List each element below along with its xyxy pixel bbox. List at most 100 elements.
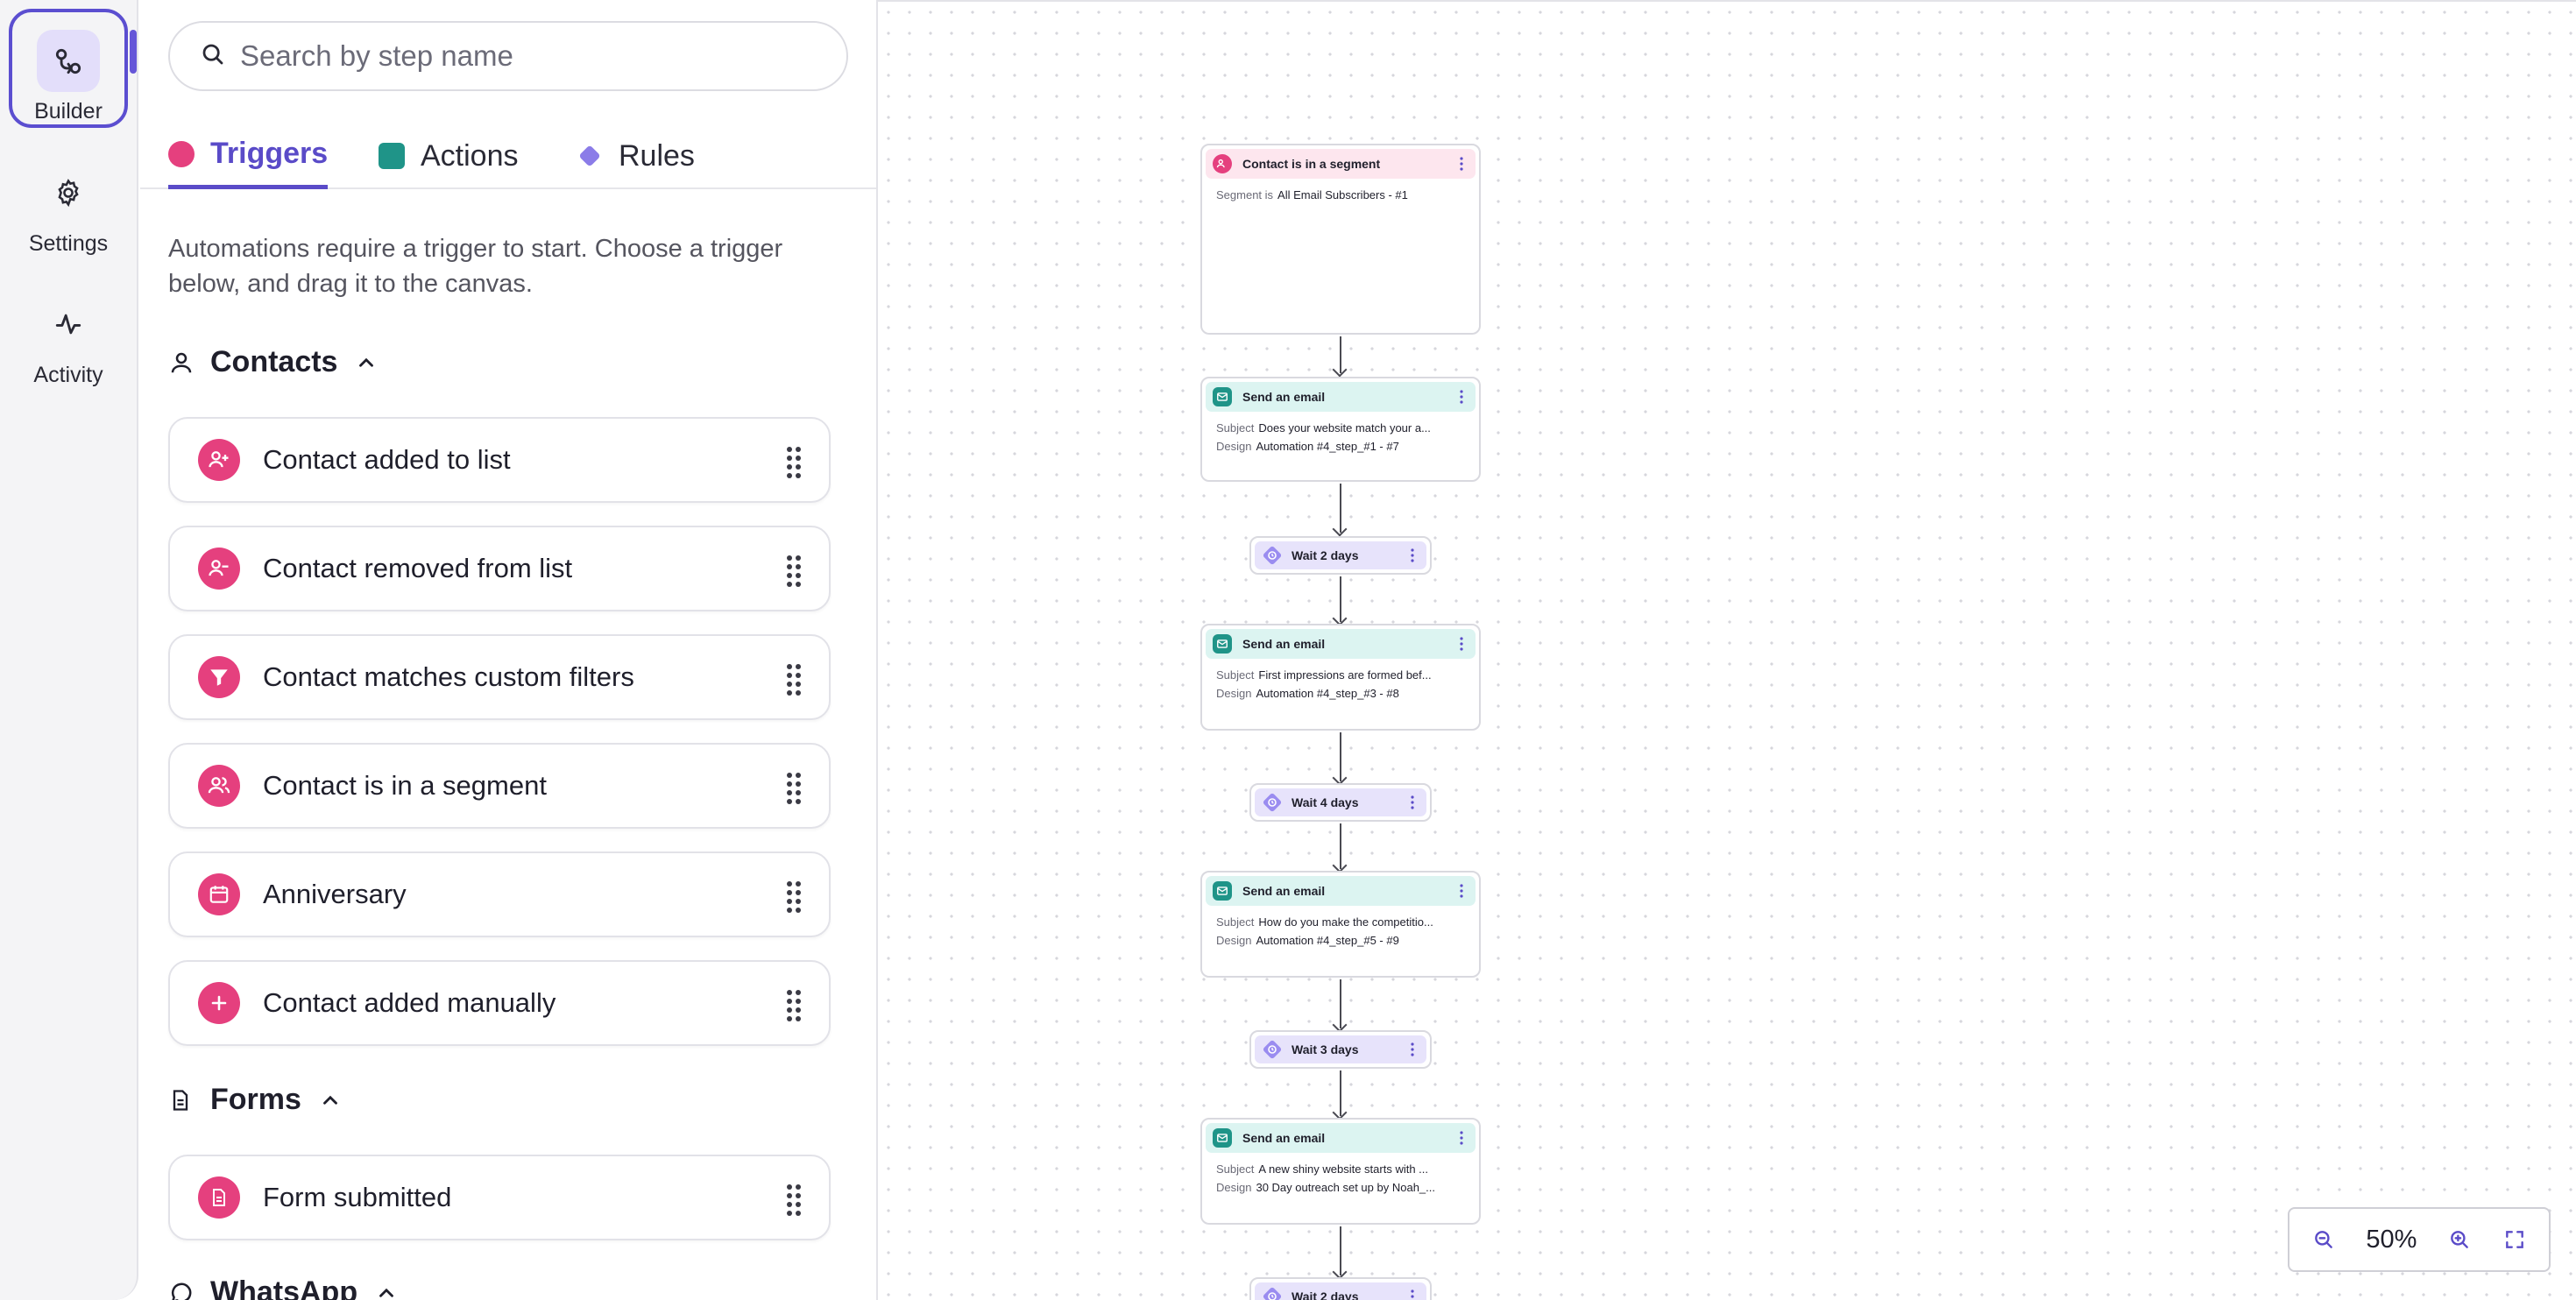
trigger-card-label: Form submitted xyxy=(263,1182,452,1212)
drag-handle-icon[interactable] xyxy=(785,554,803,589)
rail-item-builder[interactable]: Builder xyxy=(9,9,128,128)
search-box[interactable] xyxy=(168,21,848,91)
node-field-value: First impressions are formed bef... xyxy=(1258,668,1432,682)
left-rail: Builder Settings Activity xyxy=(0,0,138,1300)
node-header: Wait 2 days xyxy=(1255,1282,1426,1300)
mail-icon xyxy=(1213,387,1232,406)
node-body: Subject How do you make the competitio...… xyxy=(1202,909,1479,950)
fit-screen-icon[interactable] xyxy=(2502,1226,2528,1253)
calendar-icon xyxy=(198,873,240,915)
node-field-value: Automation #4_step_#5 - #9 xyxy=(1256,934,1399,947)
drag-handle-icon[interactable] xyxy=(785,771,803,806)
node-header: Send an email xyxy=(1206,876,1476,906)
connector-arrow xyxy=(1340,1070,1341,1116)
drag-handle-icon[interactable] xyxy=(785,445,803,480)
section-contacts-header[interactable]: Contacts xyxy=(168,345,378,379)
trigger-card-label: Anniversary xyxy=(263,879,407,909)
mail-icon xyxy=(1213,1128,1232,1148)
action-square-icon xyxy=(379,143,405,169)
more-options-icon[interactable] xyxy=(1460,637,1463,651)
filter-icon xyxy=(198,656,240,698)
trigger-card-anniversary[interactable]: Anniversary xyxy=(168,851,831,937)
connector-arrow xyxy=(1340,823,1341,869)
workflow-node-wait[interactable]: Wait 4 days xyxy=(1249,783,1432,822)
timer-icon xyxy=(1263,1287,1282,1300)
more-options-icon[interactable] xyxy=(1460,884,1463,898)
workflow-node-send-email[interactable]: Send an email Subject How do you make the… xyxy=(1200,871,1481,978)
more-options-icon[interactable] xyxy=(1411,795,1414,809)
connector-arrow xyxy=(1340,979,1341,1028)
section-title: WhatsApp xyxy=(210,1275,358,1300)
drag-handle-icon[interactable] xyxy=(785,1183,803,1218)
wait-label: Wait 2 days xyxy=(1292,548,1359,562)
tab-rules[interactable]: Rules xyxy=(577,123,695,189)
trigger-card-contact-added-to-list[interactable]: Contact added to list xyxy=(168,417,831,503)
zoom-level: 50% xyxy=(2366,1225,2417,1254)
node-field-key: Subject xyxy=(1216,421,1255,435)
zoom-controls: 50% xyxy=(2288,1207,2551,1272)
people-icon xyxy=(1213,154,1232,173)
search-input[interactable] xyxy=(240,39,818,73)
trigger-card-label: Contact is in a segment xyxy=(263,770,547,801)
more-options-icon[interactable] xyxy=(1411,548,1414,562)
node-title: Send an email xyxy=(1242,390,1326,404)
node-field-key: Design xyxy=(1216,687,1252,700)
rail-item-label: Builder xyxy=(34,99,103,124)
trigger-card-contact-matches-custom-filters[interactable]: Contact matches custom filters xyxy=(168,634,831,720)
more-options-icon[interactable] xyxy=(1460,1131,1463,1145)
trigger-card-contact-removed-from-list[interactable]: Contact removed from list xyxy=(168,526,831,611)
trigger-card-form-submitted[interactable]: Form submitted xyxy=(168,1155,831,1240)
more-options-icon[interactable] xyxy=(1411,1042,1414,1056)
section-forms-header[interactable]: Forms xyxy=(168,1083,342,1117)
more-options-icon[interactable] xyxy=(1460,390,1463,404)
workflow-node-wait[interactable]: Wait 2 days xyxy=(1249,1277,1432,1300)
workflow-node-send-email[interactable]: Send an email Subject A new shiny website… xyxy=(1200,1118,1481,1225)
trigger-card-label: Contact matches custom filters xyxy=(263,661,634,692)
timer-icon xyxy=(1263,1040,1282,1059)
node-header: Send an email xyxy=(1206,382,1476,412)
tab-actions[interactable]: Actions xyxy=(379,123,519,189)
section-title: Forms xyxy=(210,1083,301,1116)
more-options-icon[interactable] xyxy=(1460,157,1463,171)
zoom-out-icon[interactable] xyxy=(2311,1226,2337,1253)
node-field-value: How do you make the competitio... xyxy=(1258,915,1433,929)
document-icon xyxy=(168,1085,198,1115)
drag-handle-icon[interactable] xyxy=(785,662,803,697)
workflow-node-trigger[interactable]: Contact is in a segment Segment is All Em… xyxy=(1200,144,1481,335)
workflow-node-wait[interactable]: Wait 3 days xyxy=(1249,1030,1432,1069)
whatsapp-icon xyxy=(168,1278,198,1300)
drag-handle-icon[interactable] xyxy=(785,880,803,915)
people-icon xyxy=(198,765,240,807)
wait-label: Wait 2 days xyxy=(1292,1289,1359,1300)
tab-triggers[interactable]: Triggers xyxy=(168,123,329,189)
node-title: Contact is in a segment xyxy=(1242,157,1381,171)
automation-canvas[interactable]: Contact is in a segment Segment is All Em… xyxy=(878,0,2576,1300)
chevron-up-icon[interactable] xyxy=(375,1282,398,1300)
person-icon xyxy=(168,348,198,378)
chevron-up-icon[interactable] xyxy=(319,1089,342,1112)
rail-item-activity[interactable]: Activity xyxy=(9,275,128,394)
node-field-key: Subject xyxy=(1216,1162,1255,1176)
workflow-node-send-email[interactable]: Send an email Subject Does your website m… xyxy=(1200,377,1481,482)
chevron-up-icon[interactable] xyxy=(355,351,378,374)
zoom-in-icon[interactable] xyxy=(2446,1226,2473,1253)
search-icon xyxy=(200,41,226,72)
person-remove-icon xyxy=(198,548,240,590)
trigger-card-contact-added-manually[interactable]: Contact added manually xyxy=(168,960,831,1046)
drag-handle-icon[interactable] xyxy=(785,988,803,1023)
node-field-value: Does your website match your a... xyxy=(1258,421,1431,435)
section-whatsapp-header[interactable]: WhatsApp xyxy=(168,1275,398,1300)
rail-item-label: Activity xyxy=(33,363,103,387)
workflow-node-send-email[interactable]: Send an email Subject First impressions a… xyxy=(1200,624,1481,731)
section-title: Contacts xyxy=(210,345,338,378)
more-options-icon[interactable] xyxy=(1411,1289,1414,1300)
workflow-node-wait[interactable]: Wait 2 days xyxy=(1249,536,1432,575)
connector-arrow xyxy=(1340,576,1341,622)
builder-icon xyxy=(37,30,100,92)
node-field-value: Automation #4_step_#1 - #7 xyxy=(1256,440,1399,453)
node-header: Send an email xyxy=(1206,1123,1476,1153)
connector-arrow xyxy=(1340,1226,1341,1275)
trigger-card-contact-is-in-a-segment[interactable]: Contact is in a segment xyxy=(168,743,831,829)
node-header: Send an email xyxy=(1206,629,1476,659)
rail-item-settings[interactable]: Settings xyxy=(9,144,128,263)
